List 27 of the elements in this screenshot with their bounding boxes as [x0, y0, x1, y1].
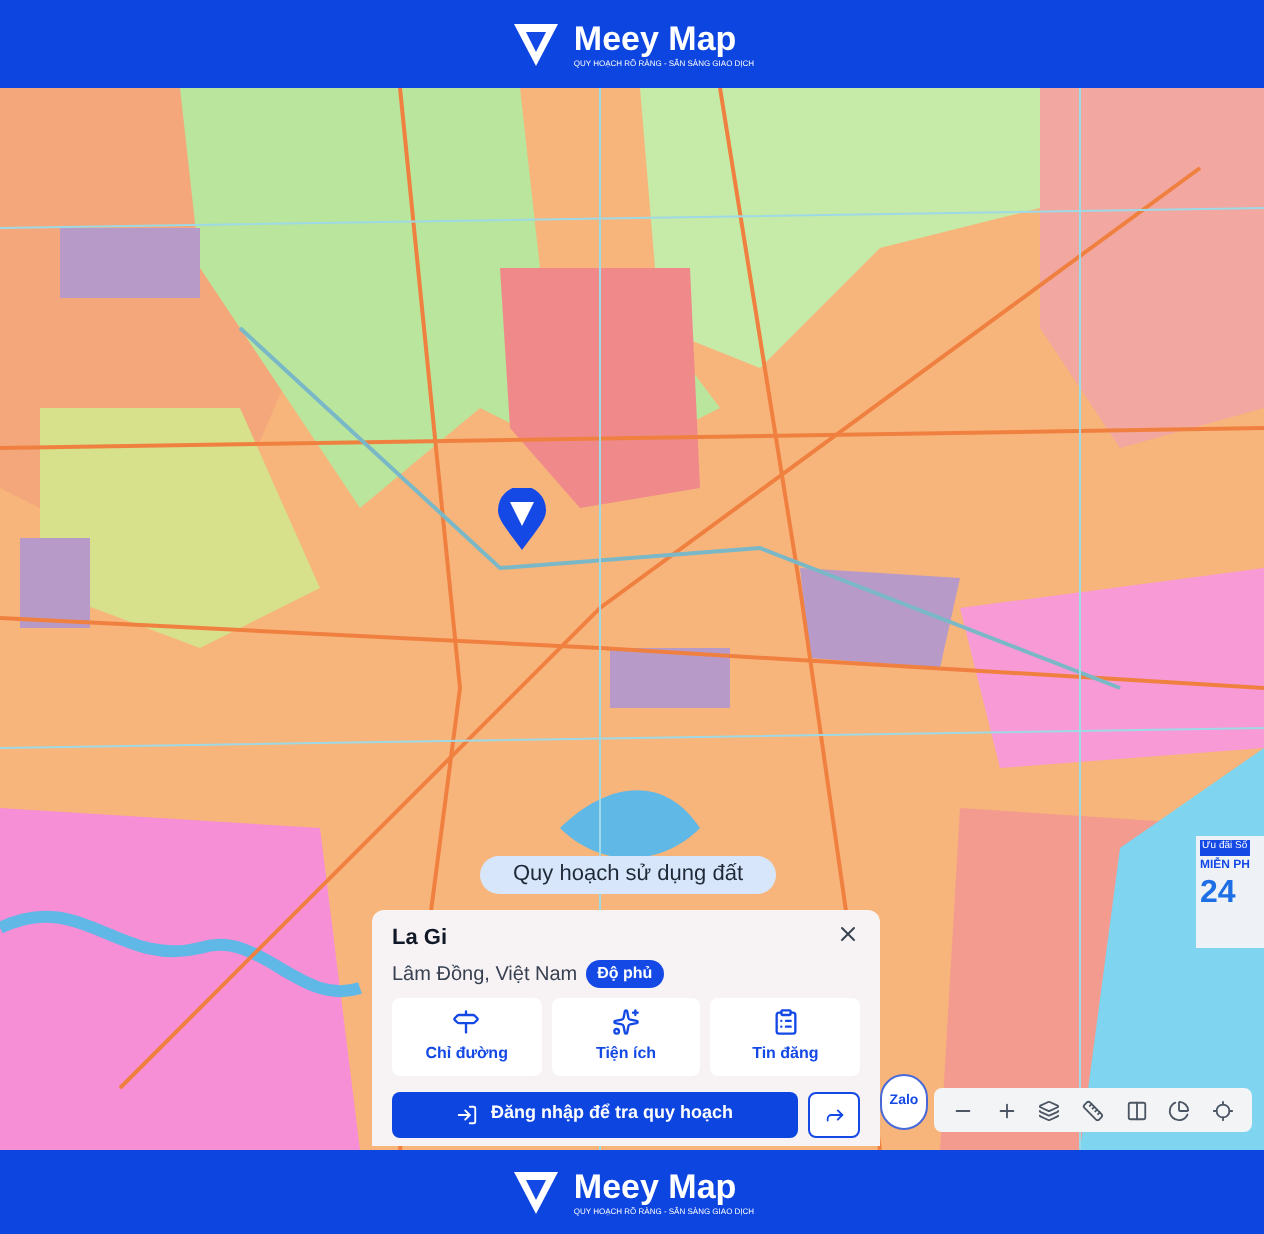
- zoom-in-icon[interactable]: [995, 1099, 1018, 1121]
- sparkle-icon: [612, 1007, 640, 1035]
- share-icon: [823, 1103, 845, 1125]
- action-button[interactable]: Chỉ đường: [392, 997, 542, 1075]
- coverage-badge[interactable]: Độ phủ: [585, 960, 665, 988]
- place-subtitle: Lâm Đồng, Việt Nam: [392, 961, 578, 989]
- logo-icon: [509, 18, 562, 70]
- locate-icon[interactable]: [1211, 1099, 1234, 1121]
- promo-number: 24: [1200, 877, 1236, 909]
- split-view-icon[interactable]: [1125, 1099, 1148, 1121]
- directions-icon: [452, 1007, 481, 1035]
- layer-label[interactable]: Quy hoạch sử dụng đất: [480, 856, 776, 894]
- logo-icon: [509, 1166, 562, 1218]
- action-button[interactable]: Tiện ích: [551, 997, 701, 1075]
- close-icon[interactable]: [836, 922, 860, 946]
- logo-text: Meey Map: [573, 1169, 739, 1203]
- map-pin-icon: [496, 488, 548, 552]
- logo-text: Meey Map: [573, 21, 739, 55]
- ruler-icon[interactable]: [1081, 1099, 1104, 1121]
- share-button[interactable]: [808, 1091, 860, 1137]
- login-button[interactable]: Đăng nhập để tra quy hoạch: [392, 1091, 798, 1137]
- layers-icon[interactable]: [1038, 1099, 1061, 1121]
- login-icon: [456, 1103, 479, 1125]
- pie-chart-icon[interactable]: [1168, 1099, 1191, 1121]
- place-title: La Gi: [392, 924, 448, 954]
- action-button[interactable]: Tin đăng: [710, 997, 861, 1075]
- clipboard-icon: [771, 1007, 800, 1035]
